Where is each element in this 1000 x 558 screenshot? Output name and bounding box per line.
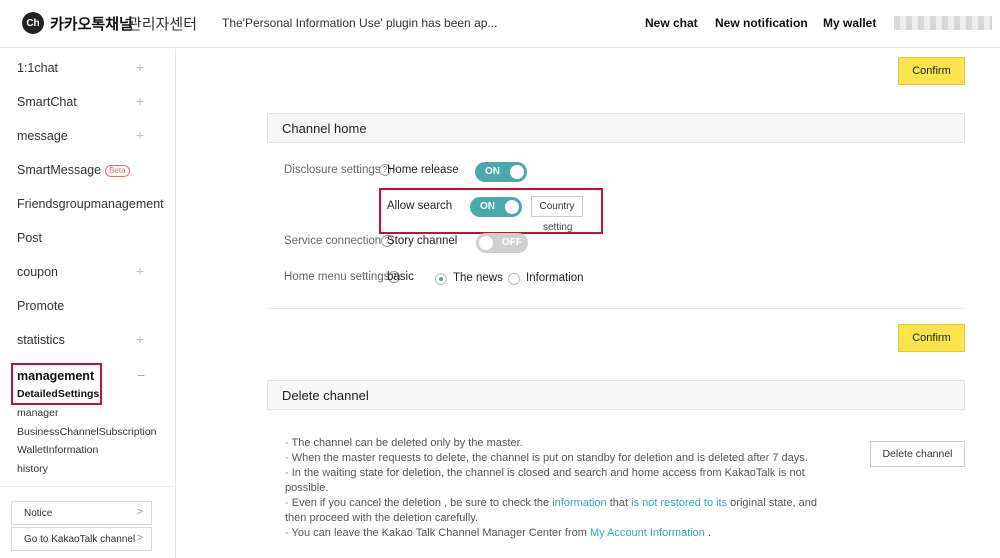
sidebar-item-label: statistics <box>17 333 65 347</box>
home-release-toggle[interactable]: ON <box>475 162 527 182</box>
radio-the-news[interactable] <box>435 273 447 285</box>
sidebar-item-label: SmartChat <box>17 95 77 109</box>
country-setting-button[interactable]: Country <box>531 196 583 217</box>
logo-subtitle: 관리자센터 <box>128 16 198 33</box>
expand-plus-icon[interactable]: + <box>136 127 144 143</box>
sidebar-subitem-business-channel-subscription[interactable]: BusinessChannelSubscription <box>17 426 157 438</box>
service-connection-label: Service connection <box>284 235 382 247</box>
sidebar-item-label: Promote <box>17 299 65 313</box>
section-title: Delete channel <box>282 388 369 403</box>
sidebar-item-post[interactable]: Post <box>0 221 176 255</box>
sidebar-item-statistics[interactable]: statistics + <box>0 323 176 357</box>
bullet-text: Even if you cancel the deletion , be sur… <box>291 497 553 509</box>
user-account-redacted[interactable] <box>894 16 992 30</box>
sidebar-item-smartmessage[interactable]: SmartMessage Beta <box>0 153 176 187</box>
expand-plus-icon[interactable]: + <box>136 93 144 109</box>
toggle-knob <box>510 165 524 179</box>
toggle-knob <box>505 200 519 214</box>
story-channel-toggle[interactable]: OFF <box>476 233 528 253</box>
bullet-text: You can leave the Kakao Talk Channel Man… <box>291 527 590 539</box>
radio-information[interactable] <box>508 273 520 285</box>
sidebar-subitem-manager[interactable]: manager <box>17 407 58 419</box>
information-link[interactable]: information <box>552 497 606 509</box>
country-setting-sublabel: setting <box>543 222 573 233</box>
toggle-knob <box>479 236 493 250</box>
section-title: Channel home <box>282 121 367 136</box>
sidebar-item-message[interactable]: message + <box>0 119 176 153</box>
sidebar-item-promote[interactable]: Promote <box>0 289 176 323</box>
section-header-channel-home: Channel home <box>267 113 965 143</box>
sidebar: 1:1chat + SmartChat + message + SmartMes… <box>0 49 176 558</box>
go-to-kakaotalk-channel-button[interactable]: Go to KakaoTalk channel > <box>11 527 152 551</box>
delete-info-bullet-2: · When the master requests to delete, th… <box>285 452 808 464</box>
logo-title[interactable]: 카카오톡채널 <box>50 13 133 34</box>
home-menu-value: basic <box>387 271 414 283</box>
sidebar-item-label: coupon <box>17 265 59 279</box>
delete-channel-button[interactable]: Delete channel <box>870 441 965 467</box>
confirm-button-bottom[interactable]: Confirm <box>898 324 965 352</box>
beta-badge: Beta <box>105 165 130 177</box>
sidebar-item-friends-group-management[interactable]: Friendsgroupmanagement <box>0 187 176 221</box>
sidebar-item-label: Friendsgroupmanagement <box>17 197 164 211</box>
sidebar-item-label: SmartMessage Beta <box>17 163 130 177</box>
chevron-right-icon: > <box>136 506 143 518</box>
sidebar-item-label: message <box>17 129 68 143</box>
bullet-text: In the waiting state for deletion, the c… <box>285 467 805 494</box>
sidebar-item-management[interactable]: management <box>17 369 94 383</box>
story-channel-label: Story channel <box>387 235 458 247</box>
not-restored-link[interactable]: is not restored to its <box>631 497 727 509</box>
my-wallet-link[interactable]: My wallet <box>823 16 876 30</box>
header-notice-link[interactable]: The'Personal Information Use' plugin has… <box>222 16 497 30</box>
confirm-button-top[interactable]: Confirm <box>898 57 965 85</box>
sidebar-item-label: 1:1chat <box>17 61 59 75</box>
disclosure-settings-label: Disclosure settings <box>284 164 381 176</box>
toggle-state: ON <box>480 201 495 212</box>
notice-button-label: Notice <box>24 508 53 519</box>
chevron-right-icon: > <box>136 532 143 544</box>
sidebar-subitem-history[interactable]: history <box>17 463 48 475</box>
new-chat-link[interactable]: New chat <box>645 16 698 30</box>
sidebar-item-text: SmartMessage <box>17 163 102 177</box>
sidebar-divider <box>0 486 176 487</box>
bullet-text: . <box>704 527 712 539</box>
allow-search-label: Allow search <box>387 200 453 212</box>
sidebar-subitem-detailed-settings[interactable]: DetailedSettings <box>17 388 99 400</box>
my-account-information-link[interactable]: My Account Information <box>590 527 705 539</box>
go-to-channel-label: Go to KakaoTalk channel <box>24 534 136 545</box>
allow-search-toggle[interactable]: ON <box>470 197 522 217</box>
delete-info-bullet-1: · The channel can be deleted only by the… <box>285 437 523 449</box>
channel-logo-icon[interactable]: Ch <box>22 12 44 34</box>
top-header: Ch 카카오톡채널 관리자센터 The'Personal Information… <box>0 0 1000 48</box>
sidebar-item-smartchat[interactable]: SmartChat + <box>0 85 176 119</box>
delete-info-bullet-5: · You can leave the Kakao Talk Channel M… <box>285 527 712 539</box>
home-release-label: Home release <box>387 164 459 176</box>
sidebar-item-coupon[interactable]: coupon + <box>0 255 176 289</box>
section-divider <box>267 308 965 309</box>
bullet-text: that <box>606 497 632 509</box>
sidebar-subitem-wallet-information[interactable]: WalletInformation <box>17 444 98 456</box>
toggle-state: OFF <box>502 237 522 248</box>
home-menu-settings-label: Home menu settings <box>284 271 390 283</box>
sidebar-item-1on1-chat[interactable]: 1:1chat + <box>0 51 176 85</box>
toggle-state: ON <box>485 166 500 177</box>
sidebar-item-label: Post <box>17 231 43 245</box>
bullet-text: The channel can be deleted only by the m… <box>291 437 523 449</box>
expand-plus-icon[interactable]: + <box>136 263 144 279</box>
bullet-text: When the master requests to delete, the … <box>291 452 808 464</box>
radio-information-label[interactable]: Information <box>526 272 584 284</box>
notice-button[interactable]: Notice > <box>11 501 152 525</box>
main-content: Confirm Channel home Disclosure settings… <box>176 49 1000 558</box>
new-notification-link[interactable]: New notification <box>715 16 808 30</box>
section-header-delete-channel: Delete channel <box>267 380 965 410</box>
expand-plus-icon[interactable]: + <box>136 331 144 347</box>
delete-info-bullet-4: · Even if you cancel the deletion , be s… <box>285 497 818 524</box>
delete-info-bullet-3: · In the waiting state for deletion, the… <box>285 467 805 494</box>
expand-plus-icon[interactable]: + <box>136 59 144 75</box>
radio-the-news-label[interactable]: The news <box>453 272 503 284</box>
collapse-minus-icon[interactable]: − <box>137 367 145 383</box>
